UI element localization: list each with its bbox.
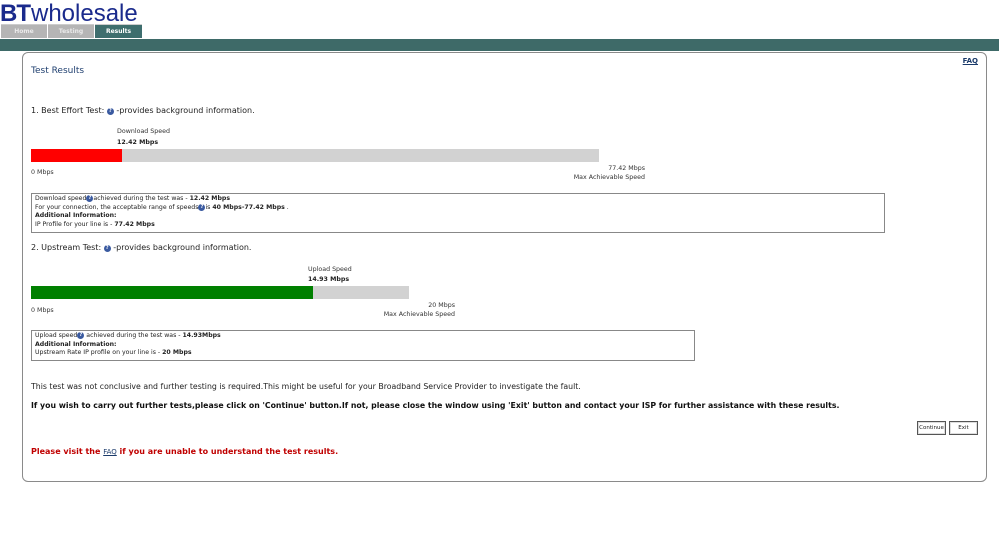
header-bar [0, 39, 999, 51]
help-icon[interactable]: ? [106, 108, 114, 115]
download-info-line-3: Additional Information: [35, 212, 117, 219]
best-effort-heading-label: 1. Best Effort Test: [31, 106, 105, 115]
continue-instruction: If you wish to carry out further tests,p… [31, 401, 840, 410]
logo-bt: BT [0, 0, 31, 27]
upload-info-box: Upload speed? achieved during the test w… [31, 330, 695, 361]
best-effort-heading: 1. Best Effort Test: ? -provides backgro… [31, 106, 255, 115]
upload-speed-value: 14.93 Mbps [308, 276, 349, 283]
upload-zero-label: 0 Mbps [31, 307, 54, 314]
upload-info-line-3: Upstream Rate IP profile on your line is… [35, 349, 192, 356]
help-icon[interactable]: ? [103, 245, 111, 252]
upstream-heading-desc: -provides background information. [113, 243, 252, 252]
bt-wholesale-logo: BTwholesale [0, 2, 138, 26]
logo-wholesale: wholesale [31, 0, 138, 27]
download-speed-label: Download Speed [117, 128, 171, 135]
upload-max-value: 20 Mbps [428, 302, 455, 309]
download-info-box: Download speed? achieved during the test … [31, 193, 885, 233]
upload-max-label: Max Achievable Speed [383, 311, 455, 318]
faq-inline-link[interactable]: FAQ [103, 448, 117, 456]
upload-speed-bar-fill [31, 286, 314, 299]
nav-tabs: Home Testing Results [1, 24, 143, 39]
download-info-line-2: For your connection, the acceptable rang… [35, 203, 289, 211]
upstream-heading-label: 2. Upstream Test: [31, 243, 102, 252]
download-speed-bar-fill [31, 149, 123, 162]
upload-speed-bar [31, 286, 409, 299]
upload-info-line-1: Upload speed? achieved during the test w… [35, 332, 221, 339]
upstream-heading: 2. Upstream Test: ? -provides background… [31, 243, 251, 252]
upload-speed-value-text: 14.93 Mbps [308, 276, 350, 283]
tab-testing[interactable]: Testing [48, 24, 94, 38]
download-speed-bar [31, 149, 599, 162]
download-zero-label: 0 Mbps [31, 169, 54, 176]
download-info-line-1: Download speed? achieved during the test … [35, 195, 231, 202]
download-speed-value-text: 12.42 Mbps [117, 139, 159, 146]
not-conclusive-message: This test was not conclusive and further… [31, 382, 581, 391]
upload-info-line-2: Additional Information: [35, 340, 117, 348]
upload-speed-label: Upload Speed [308, 266, 352, 273]
download-speed-value: 12.42 Mbps [117, 139, 158, 146]
download-max-label: Max Achievable Speed [573, 174, 645, 181]
best-effort-heading-desc: -provides background information. [116, 106, 255, 115]
page-title: Test Results [31, 66, 85, 76]
results-panel: FAQ Test Results 1. Best Effort Test: ? … [22, 52, 987, 482]
download-max-value: 77.42 Mbps [608, 165, 645, 172]
faq-notice: Please visit the FAQ if you are unable t… [31, 447, 339, 456]
exit-button[interactable]: Exit [949, 421, 978, 435]
continue-button[interactable]: Continue [917, 421, 946, 435]
faq-link[interactable]: FAQ [963, 57, 978, 65]
tab-results[interactable]: Results [95, 24, 142, 38]
download-info-line-4: IP Profile for your line is - 77.42 Mbps [35, 220, 155, 228]
tab-home[interactable]: Home [1, 24, 47, 38]
